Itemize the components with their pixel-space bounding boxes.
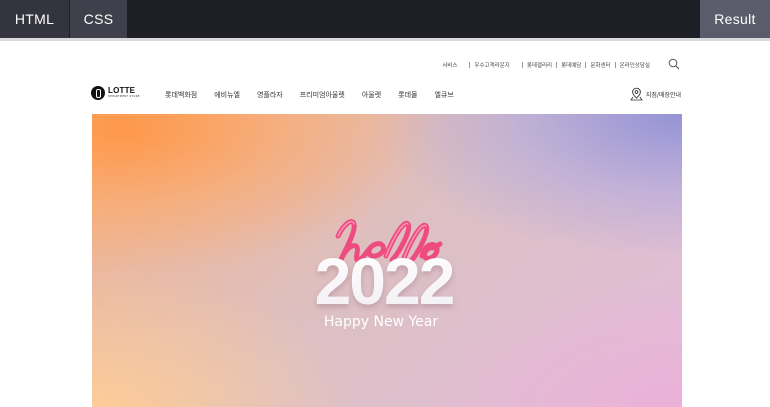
lotte-logo[interactable]: LOTTE DEPARTMENT STORE [91, 86, 140, 100]
utility-link-culture-center[interactable]: 문화센터 [586, 61, 614, 69]
banner-artwork: 2022 Happy New Year [315, 219, 456, 330]
utility-link-lounge[interactable]: 우수고객라운지 [470, 61, 513, 69]
location-pin-icon [630, 87, 643, 101]
nav-item-lotte-mall[interactable]: 롯데몰 [398, 90, 417, 100]
store-locator-link[interactable]: 지점/매장안내 [630, 87, 681, 101]
hero-banner[interactable]: 2022 Happy New Year [92, 114, 682, 407]
logo-brand: LOTTE [108, 86, 136, 96]
utility-link-service[interactable]: 서비스 [438, 61, 461, 69]
nav-item-department-store[interactable]: 롯데백화점 [165, 90, 197, 100]
nav-item-el-cube[interactable]: 엘큐브 [434, 90, 453, 100]
banner-year: 2022 [315, 244, 454, 318]
utility-link-yedam[interactable]: 롯데예담 [557, 61, 585, 69]
nav-item-young-plaza[interactable]: 영플라자 [257, 90, 283, 100]
tab-html[interactable]: HTML [0, 0, 69, 38]
logo-text: LOTTE DEPARTMENT STORE [108, 87, 140, 99]
nav-item-premium-outlet[interactable]: 프리미엄아울렛 [300, 90, 345, 100]
utility-links: 서비스 우수고객라운지 롯데갤러리 롯데예담 문화센터 온라인상담실 [438, 60, 654, 70]
utility-link-online-counsel[interactable]: 온라인상담실 [616, 61, 654, 69]
search-icon[interactable] [668, 58, 680, 70]
nav-item-avenuel[interactable]: 에비뉴엘 [214, 90, 240, 100]
tab-result[interactable]: Result [700, 0, 770, 38]
editor-toolbar: HTML CSS Result [0, 0, 770, 38]
nav-item-outlet[interactable]: 아울렛 [362, 90, 381, 100]
main-nav: 롯데백화점 에비뉴엘 영플라자 프리미엄아울렛 아울렛 롯데몰 엘큐브 [165, 90, 471, 100]
banner-caption: Happy New Year [324, 314, 438, 330]
logo-mark-icon [91, 86, 105, 100]
tab-css[interactable]: CSS [70, 0, 127, 38]
logo-subtitle: DEPARTMENT STORE [108, 95, 140, 99]
result-frame: 서비스 우수고객라운지 롯데갤러리 롯데예담 문화센터 온라인상담실 LOTTE… [0, 38, 770, 407]
store-locator-label: 지점/매장안내 [645, 91, 681, 99]
utility-link-gallery[interactable]: 롯데갤러리 [523, 61, 556, 69]
